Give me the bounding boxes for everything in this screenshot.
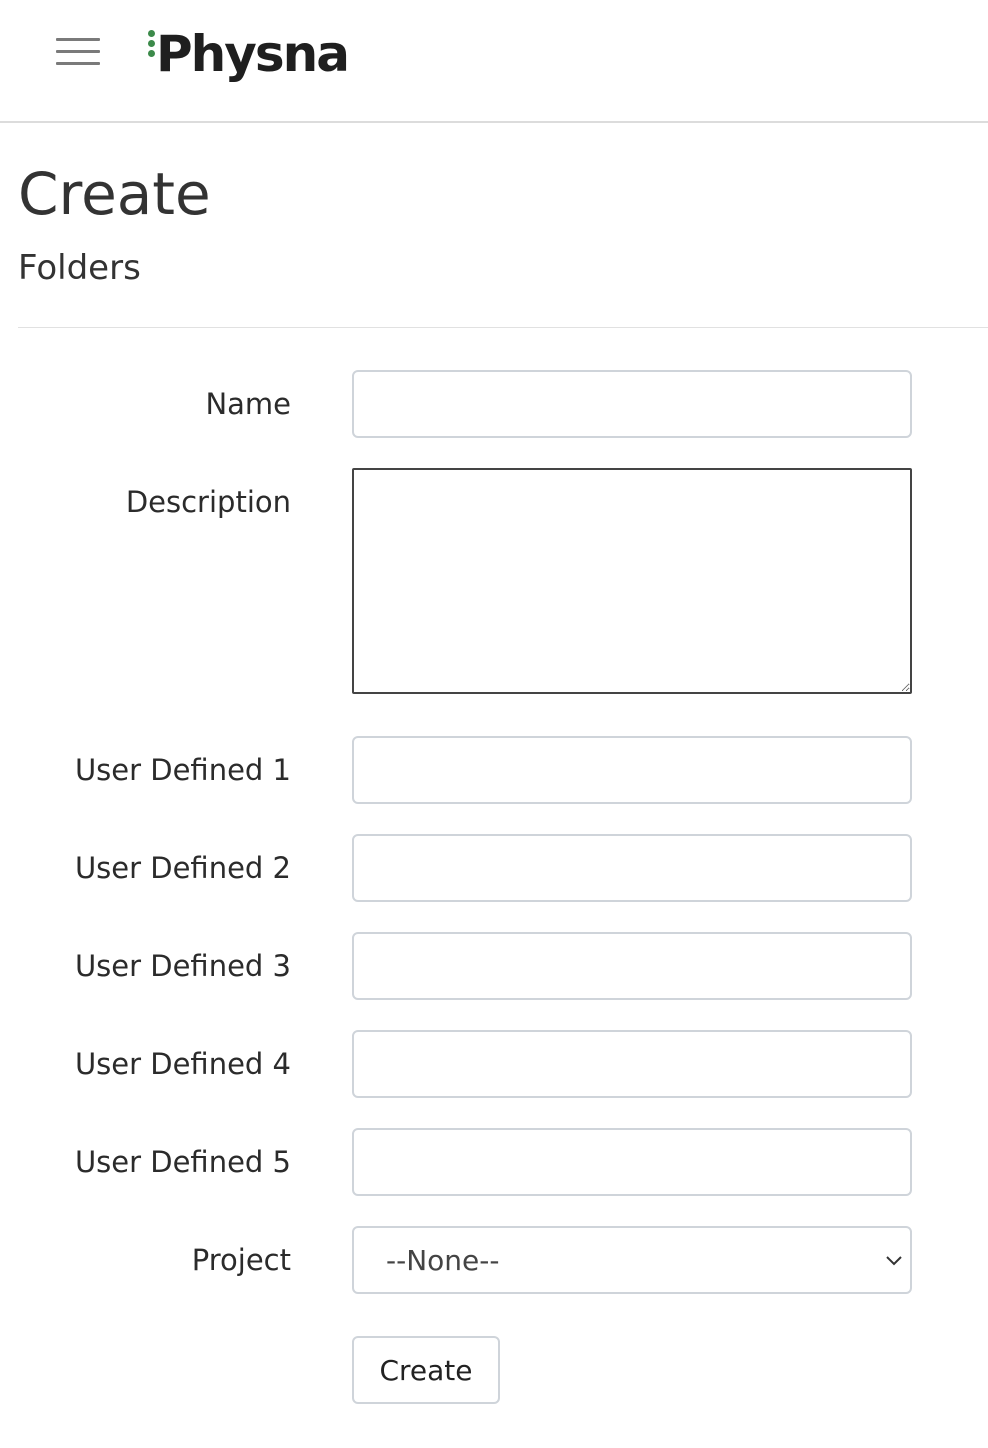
hamburger-line <box>56 62 100 65</box>
divider <box>18 327 988 328</box>
brand-name: Physna <box>156 25 350 83</box>
project-select-wrapper: --None-- <box>352 1226 912 1294</box>
description-textarea[interactable] <box>352 468 912 694</box>
top-navbar: Physna <box>0 0 988 123</box>
user-defined-4-input[interactable] <box>352 1030 912 1098</box>
description-label: Description <box>125 485 291 519</box>
create-button[interactable]: Create <box>352 1336 500 1404</box>
user-defined-5-input[interactable] <box>352 1128 912 1196</box>
user-defined-1-label: User Defined 1 <box>74 753 291 787</box>
user-defined-5-label: User Defined 5 <box>74 1145 291 1179</box>
project-select[interactable]: --None-- <box>352 1226 912 1294</box>
hamburger-menu-icon[interactable] <box>54 36 102 68</box>
name-label: Name <box>205 387 291 421</box>
project-label: Project <box>191 1243 291 1277</box>
user-defined-2-label: User Defined 2 <box>74 851 291 885</box>
hamburger-line <box>56 50 100 53</box>
user-defined-3-input[interactable] <box>352 932 912 1000</box>
user-defined-2-input[interactable] <box>352 834 912 902</box>
hamburger-line <box>56 38 100 41</box>
page-title: Create <box>18 160 211 228</box>
user-defined-3-label: User Defined 3 <box>74 949 291 983</box>
user-defined-4-label: User Defined 4 <box>74 1047 291 1081</box>
name-input[interactable] <box>352 370 912 438</box>
page-subtitle: Folders <box>18 248 141 288</box>
user-defined-1-input[interactable] <box>352 736 912 804</box>
